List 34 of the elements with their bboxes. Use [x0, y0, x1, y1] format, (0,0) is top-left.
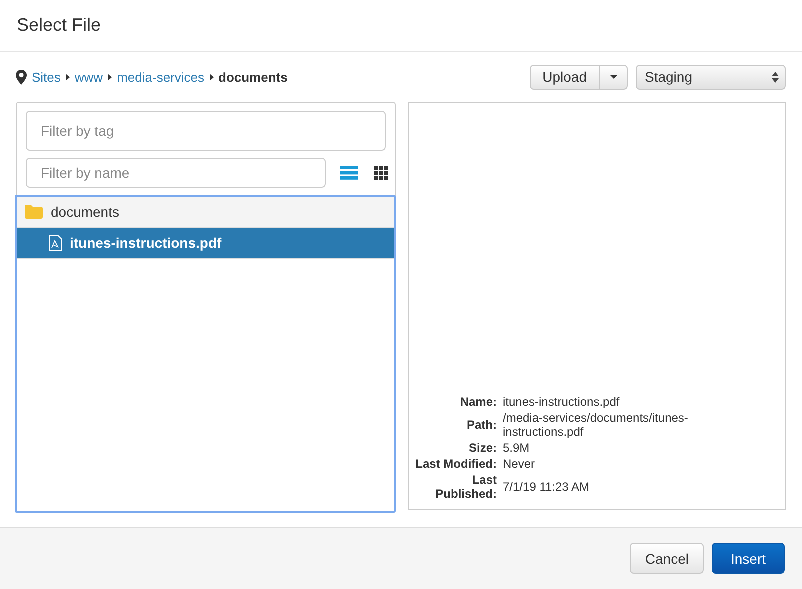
- name-filter-field[interactable]: Filter by name: [26, 158, 326, 188]
- dialog-title: Select File: [17, 15, 102, 36]
- cancel-button[interactable]: Cancel: [630, 543, 704, 574]
- breadcrumb-link[interactable]: media-services: [117, 70, 204, 84]
- location-pin-icon: [16, 70, 27, 84]
- detail-label: Path:: [466, 418, 497, 432]
- detail-label: Size:: [468, 441, 497, 455]
- breadcrumb-link[interactable]: Sites: [32, 70, 61, 84]
- site-select[interactable]: Staging: [636, 64, 786, 90]
- upload-menu-button[interactable]: [600, 64, 628, 90]
- detail-label: Last Published:: [434, 473, 497, 501]
- detail-value: 5.9M: [503, 441, 531, 455]
- insert-button[interactable]: Insert: [712, 543, 785, 574]
- tree-item[interactable]: documents: [17, 197, 394, 228]
- list-view-icon[interactable]: [340, 166, 358, 180]
- detail-value: /media-services/documents/itunes-instructions.pdf: [503, 411, 690, 439]
- detail-value: Never: [503, 457, 536, 471]
- tree-item[interactable]: itunes-instructions.pdf: [17, 228, 394, 259]
- breadcrumb-link[interactable]: www: [74, 70, 104, 84]
- detail-value: itunes-instructions.pdf: [503, 395, 621, 409]
- grid-view-icon[interactable]: [372, 166, 390, 180]
- caret-down-icon: [610, 75, 618, 79]
- tag-filter-field[interactable]: Filter by tag: [26, 111, 386, 151]
- pdf-file-icon: [49, 235, 62, 251]
- folder-icon: [25, 205, 43, 219]
- caret-icon: [66, 74, 70, 80]
- detail-label: Last Modified:: [414, 457, 497, 471]
- detail-value: 7/1/19 11:23 AM: [503, 480, 591, 494]
- up-down-arrows-icon: [772, 72, 779, 82]
- breadcrumb-current: documents: [218, 70, 288, 84]
- caret-icon: [108, 74, 112, 80]
- upload-button[interactable]: Upload: [530, 64, 600, 90]
- caret-icon: [210, 74, 214, 80]
- detail-label: Name:: [459, 395, 497, 409]
